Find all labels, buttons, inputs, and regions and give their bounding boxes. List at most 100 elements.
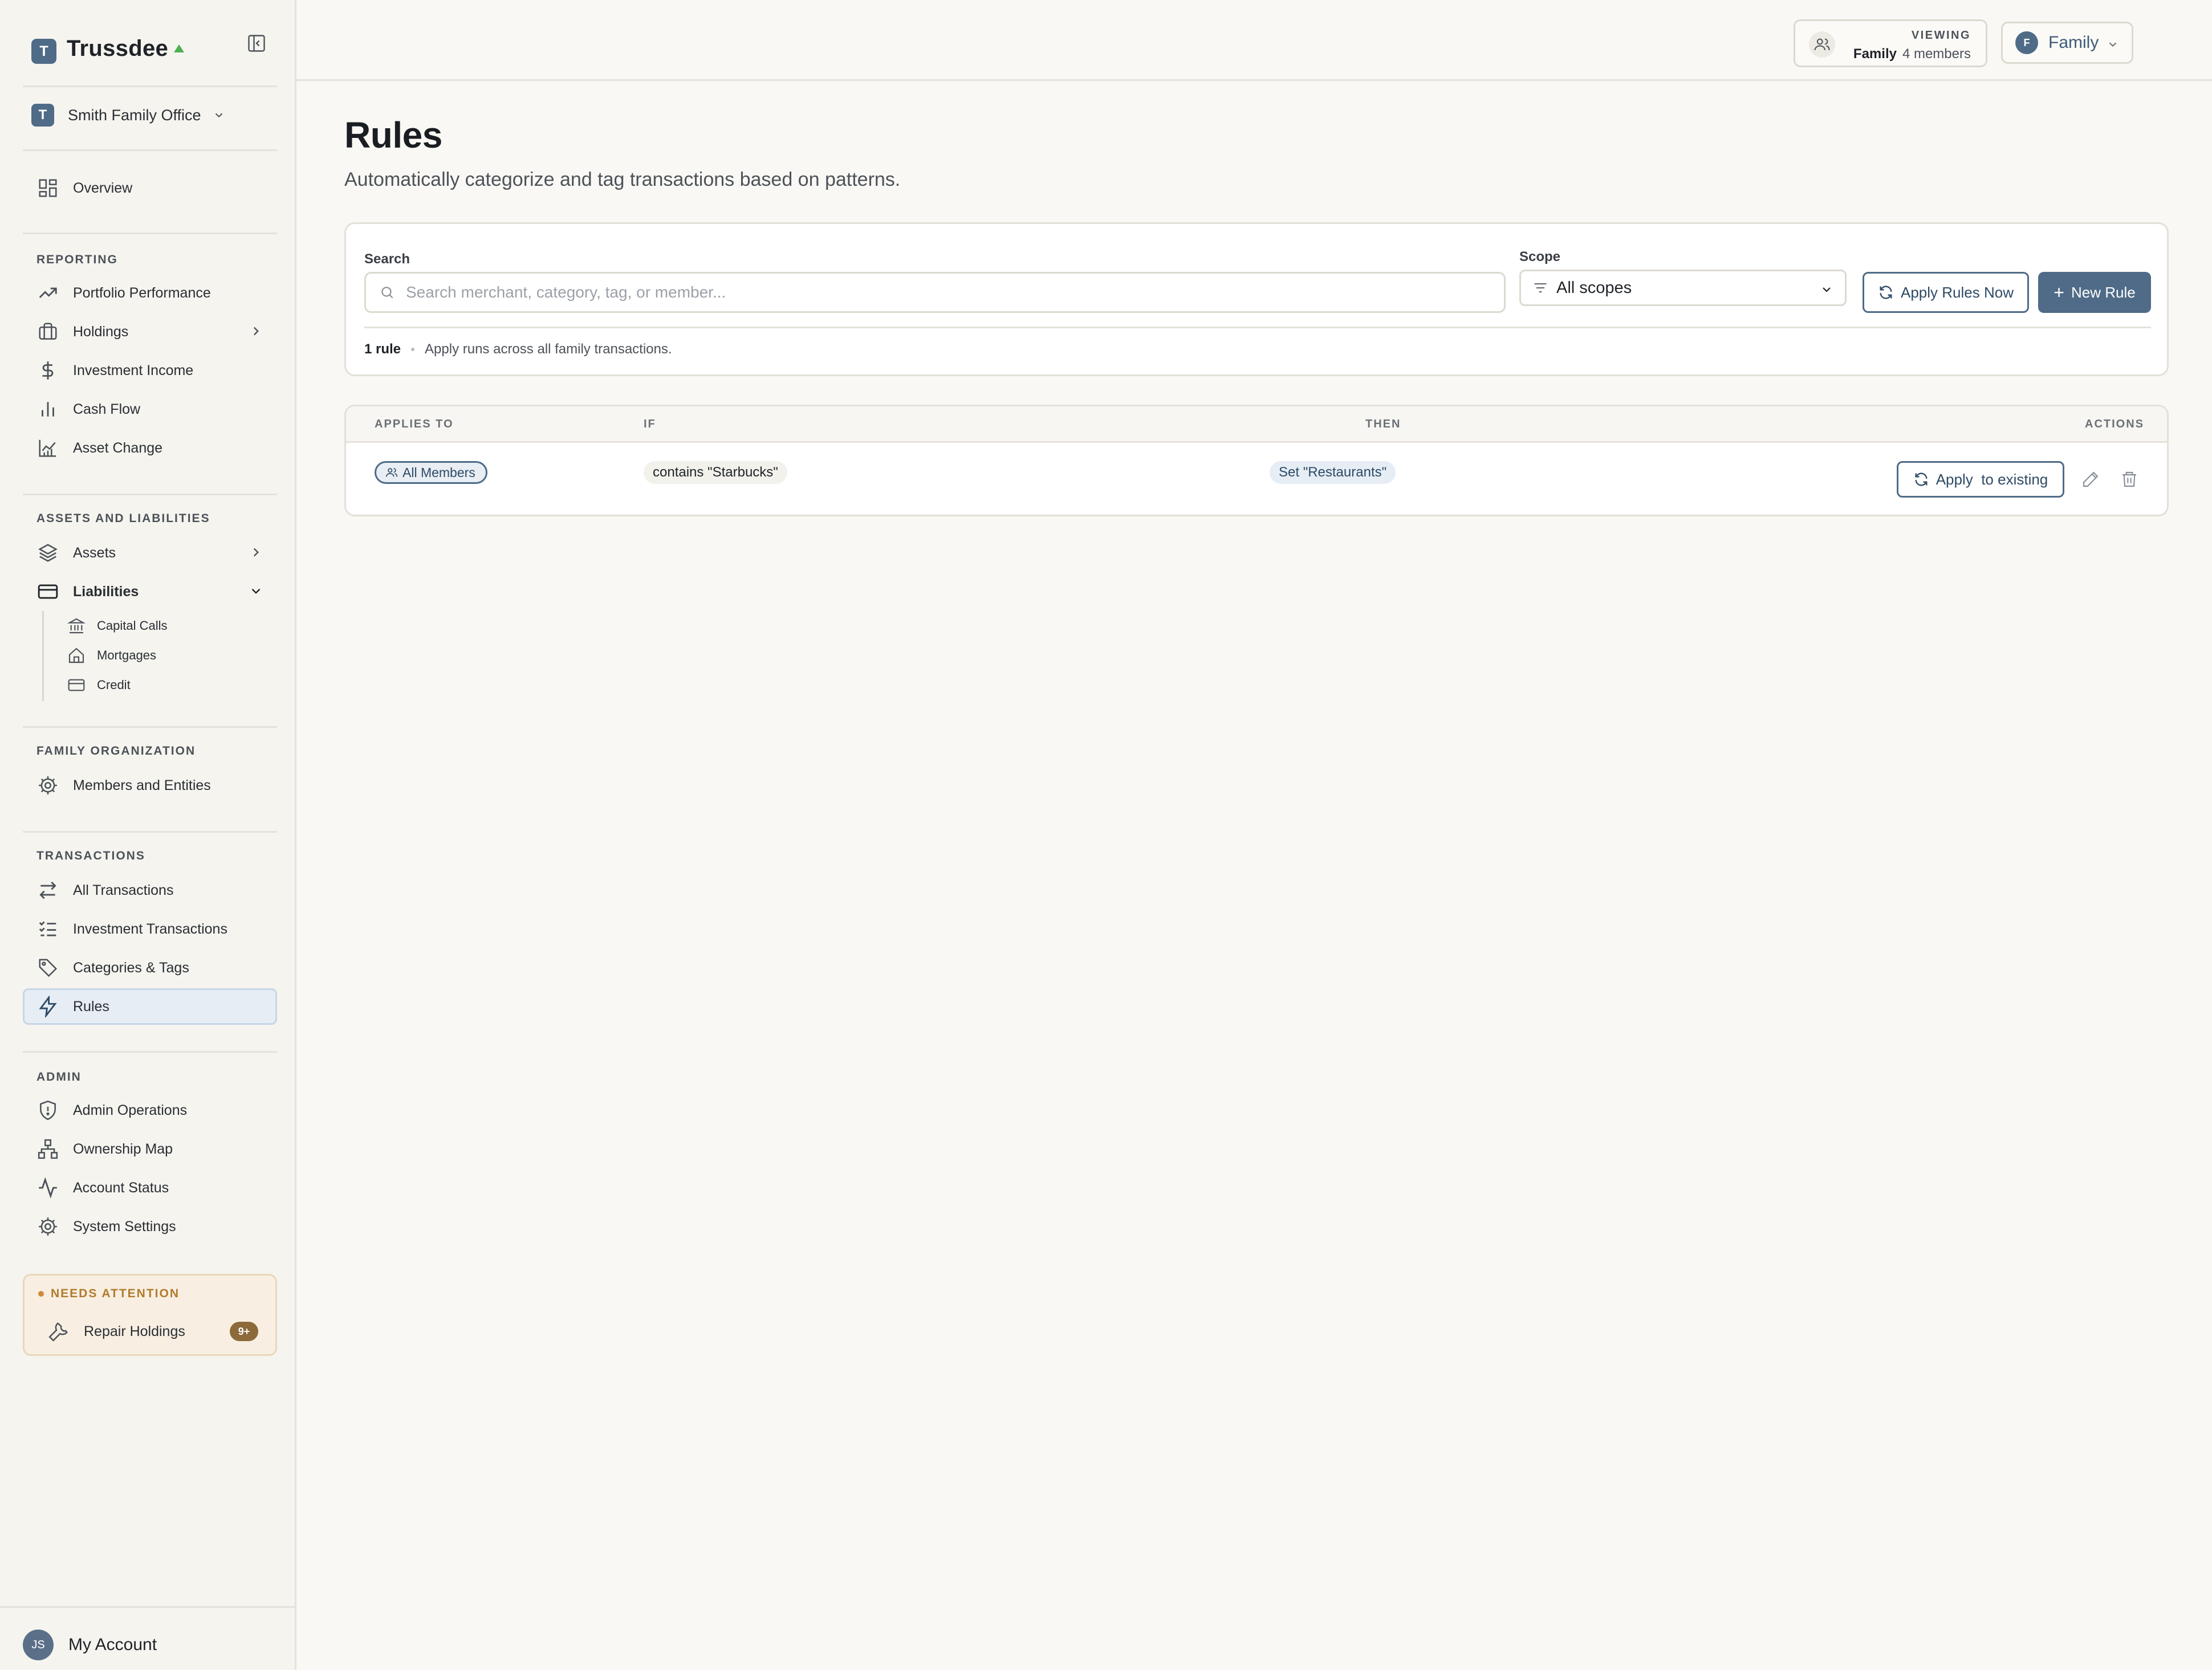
needs-attention-panel: NEEDS ATTENTION Repair Holdings 9+ [23,1274,277,1356]
sidebar: T Trussdee T Smith Family Office Overvie… [0,0,296,1670]
sidebar-item-label: Overview [73,180,133,196]
apply-rules-now-button[interactable]: Apply Rules Now [1863,272,2029,313]
sidebar-item-account-status[interactable]: Account Status [23,1170,277,1206]
hierarchy-icon [36,1138,59,1160]
rules-table: APPLIES TO IF THEN ACTIONS All Members c… [344,405,2169,516]
sidebar-item-label: Rules [73,998,109,1015]
filter-card: Search Scope All scopes Apply Rules Now … [344,222,2169,376]
sidebar-item-investment-transactions[interactable]: Investment Transactions [23,911,277,947]
list-check-icon [36,918,59,940]
search-input[interactable] [406,283,1489,302]
org-switcher[interactable]: T Smith Family Office [31,103,225,128]
column-header-applies-to: APPLIES TO [375,418,454,430]
activity-icon [36,1176,59,1199]
filter-icon [1534,283,1547,293]
gear-icon [36,1215,59,1238]
divider [23,831,277,833]
divider [23,85,277,87]
edit-rule-button[interactable] [2079,468,2102,491]
chevron-down-icon [2109,42,2117,47]
applies-to-badge: All Members [375,461,487,484]
sidebar-item-label: Holdings [73,323,129,340]
apply-to-existing-button[interactable]: Apply to existing [1897,461,2064,498]
sidebar-subitem-label: Credit [97,678,131,692]
account-bar[interactable]: JS My Account [0,1606,296,1670]
lightning-icon [36,995,59,1018]
refresh-icon [1880,286,1892,299]
avatar: JS [23,1630,54,1660]
gear-icon [36,774,59,797]
sidebar-item-admin-operations[interactable]: Admin Operations [23,1092,277,1129]
search-field[interactable] [364,272,1506,313]
users-icon [1809,31,1835,58]
sidebar-item-rules[interactable]: Rules [23,988,277,1025]
scope-value: All scopes [1556,278,1632,297]
family-select-label: Family [2048,33,2099,52]
sidebar-item-system-settings[interactable]: System Settings [23,1208,277,1245]
family-scope-select[interactable]: F Family [2001,22,2133,64]
org-logo: T [31,104,54,127]
family-avatar: F [2015,31,2038,54]
column-header-actions: ACTIONS [2085,418,2144,430]
sidebar-item-categories-tags[interactable]: Categories & Tags [23,950,277,986]
column-header-if: IF [644,418,656,430]
rule-note: Apply runs across all family transaction… [425,341,672,357]
sidebar-item-assets[interactable]: Assets [23,535,277,571]
chevron-right-icon [253,327,259,336]
divider [23,1051,277,1053]
pencil-icon [2083,471,2099,487]
divider [364,327,2151,328]
sidebar-item-label: Assets [73,544,116,561]
new-rule-label: New Rule [2071,283,2136,301]
users-icon [386,468,397,477]
divider [23,149,277,151]
new-rule-button[interactable]: + New Rule [2038,272,2151,313]
sidebar-collapse-icon[interactable] [246,33,267,54]
sidebar-item-members-entities[interactable]: Members and Entities [23,767,277,804]
divider [23,726,277,728]
bank-icon [66,616,87,636]
home-icon [66,645,87,666]
search-label: Search [364,251,410,267]
credit-card-icon [36,580,59,603]
sidebar-item-cash-flow[interactable]: Cash Flow [23,391,277,427]
sidebar-subitem-mortgages[interactable]: Mortgages [66,642,156,669]
sidebar-item-liabilities[interactable]: Liabilities [23,573,277,610]
wrench-icon [47,1320,70,1343]
viewing-value: Family 4 members [1853,46,1971,62]
sidebar-item-holdings[interactable]: Holdings [23,313,277,350]
scope-select[interactable]: All scopes [1519,270,1847,306]
sidebar-item-ownership-map[interactable]: Ownership Map [23,1131,277,1167]
page-subtitle: Automatically categorize and tag transac… [344,169,901,190]
section-label-reporting: REPORTING [36,253,118,266]
apply-to-existing-label: Apply to existing [1936,470,2048,488]
sidebar-item-all-transactions[interactable]: All Transactions [23,872,277,909]
sidebar-item-label: Members and Entities [73,777,211,793]
delete-rule-button[interactable] [2118,468,2141,491]
repair-holdings-item[interactable]: Repair Holdings 9+ [47,1315,258,1347]
status-up-icon [174,44,185,52]
sidebar-subitem-capital-calls[interactable]: Capital Calls [66,612,168,640]
sidebar-item-investment-income[interactable]: Investment Income [23,352,277,389]
attention-count-badge: 9+ [230,1322,258,1341]
viewing-indicator: VIEWING Family 4 members [1794,19,1987,67]
apply-rules-now-label: Apply Rules Now [1901,283,2014,301]
tree-line [42,611,44,701]
arrows-left-right-icon [36,879,59,902]
brand[interactable]: T Trussdee [31,28,185,68]
sidebar-item-portfolio-performance[interactable]: Portfolio Performance [23,275,277,311]
sidebar-item-label: Admin Operations [73,1102,188,1118]
refresh-icon [1915,473,1928,486]
applies-to-label: All Members [402,465,475,480]
sidebar-item-label: All Transactions [73,882,174,898]
brand-logo: T [31,39,56,64]
section-label-admin: ADMIN [36,1070,82,1084]
sidebar-subitem-credit[interactable]: Credit [66,671,131,699]
dashboard-icon [36,177,59,199]
sidebar-item-overview[interactable]: Overview [23,170,277,206]
needs-attention-label: NEEDS ATTENTION [38,1287,180,1301]
repair-holdings-label: Repair Holdings [84,1323,185,1339]
sidebar-item-asset-change[interactable]: Asset Change [23,430,277,466]
sidebar-item-label: Asset Change [73,439,163,456]
chevron-down-icon [1823,287,1831,292]
